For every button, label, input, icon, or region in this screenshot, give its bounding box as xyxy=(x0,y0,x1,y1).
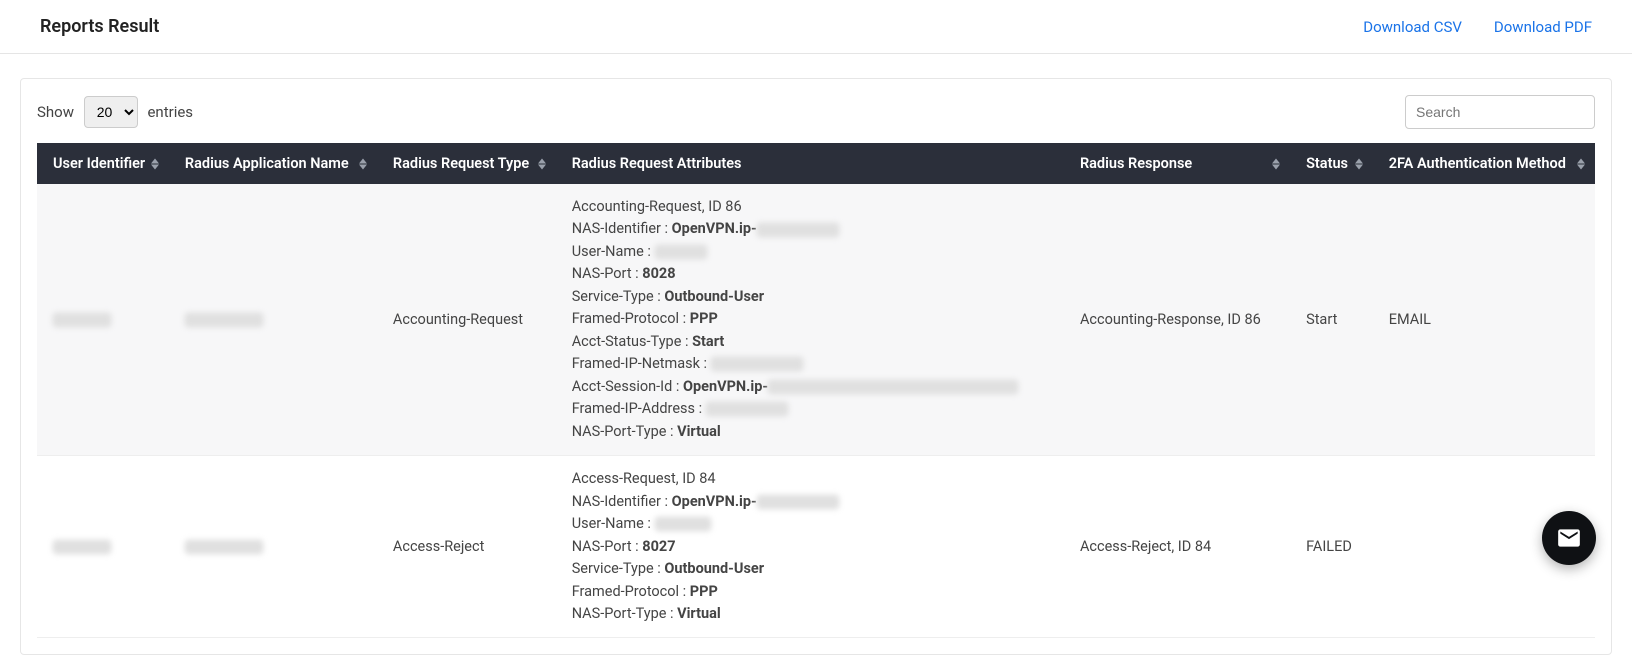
col-label: Radius Request Type xyxy=(393,155,529,172)
page-title: Reports Result xyxy=(40,16,159,37)
col-header[interactable]: 2FA Authentication Method xyxy=(1373,143,1595,184)
table-controls: Show 20 entries xyxy=(37,95,1595,129)
mail-icon xyxy=(1556,525,1582,551)
cell-status: FAILED xyxy=(1290,456,1373,638)
redacted-value xyxy=(185,313,263,327)
attr-line: Framed-IP-Netmask : xyxy=(572,353,1048,375)
col-header[interactable]: Status xyxy=(1290,143,1373,184)
attr-line: NAS-Identifier : OpenVPN.ip- xyxy=(572,491,1048,513)
col-label: 2FA Authentication Method xyxy=(1389,155,1566,172)
page-size-select[interactable]: 20 xyxy=(84,96,138,128)
sort-icon[interactable] xyxy=(151,158,159,169)
attr-line: Framed-Protocol : PPP xyxy=(572,308,1048,330)
download-csv-link[interactable]: Download CSV xyxy=(1363,18,1462,36)
redacted-value xyxy=(757,223,839,237)
col-header[interactable]: Radius Request Type xyxy=(377,143,556,184)
redacted-value xyxy=(757,495,839,509)
redacted-value xyxy=(655,517,711,531)
attr-line: User-Name : xyxy=(572,241,1048,263)
sort-icon[interactable] xyxy=(1272,158,1280,169)
results-table: User Identifier Radius Application Name Ra… xyxy=(37,143,1595,638)
cell-request-attrs: Accounting-Request, ID 86NAS-Identifier … xyxy=(556,184,1064,456)
col-label: Radius Response xyxy=(1080,155,1192,172)
sort-icon[interactable] xyxy=(538,158,546,169)
col-header[interactable]: Radius Application Name xyxy=(169,143,377,184)
redacted-value xyxy=(655,245,707,259)
chat-fab[interactable] xyxy=(1542,511,1596,565)
col-label: User Identifier xyxy=(53,155,145,172)
attr-line: Accounting-Request, ID 86 xyxy=(572,196,1048,218)
results-panel: Show 20 entries User Identifier Radius Ap… xyxy=(20,78,1612,655)
attr-line: Service-Type : Outbound-User xyxy=(572,286,1048,308)
attr-line: NAS-Port-Type : Virtual xyxy=(572,421,1048,443)
attr-line: Service-Type : Outbound-User xyxy=(572,558,1048,580)
col-label: Radius Application Name xyxy=(185,155,349,172)
attr-line: Acct-Session-Id : OpenVPN.ip- xyxy=(572,376,1048,398)
header-actions: Download CSV Download PDF xyxy=(1335,17,1592,36)
sort-icon[interactable] xyxy=(359,158,367,169)
entries-label: entries xyxy=(147,103,193,121)
sort-icon[interactable] xyxy=(1577,158,1585,169)
cell-response: Accounting-Response, ID 86 xyxy=(1064,184,1290,456)
col-header: Radius Request Attributes xyxy=(556,143,1064,184)
attr-line: NAS-Port-Type : Virtual xyxy=(572,603,1048,625)
col-label: Status xyxy=(1306,155,1348,172)
cell-request-type: Access-Reject xyxy=(377,456,556,638)
cell-request-attrs: Access-Request, ID 84NAS-Identifier : Op… xyxy=(556,456,1064,638)
col-header[interactable]: Radius Response xyxy=(1064,143,1290,184)
show-label: Show xyxy=(37,103,74,121)
page-size-control: Show 20 entries xyxy=(37,96,193,128)
cell-2fa-method: EMAIL xyxy=(1373,184,1595,456)
attr-line: Framed-IP-Address : xyxy=(572,398,1048,420)
sort-icon[interactable] xyxy=(1355,158,1363,169)
col-header[interactable]: User Identifier xyxy=(37,143,169,184)
attr-line: User-Name : xyxy=(572,513,1048,535)
search-input[interactable] xyxy=(1405,95,1595,129)
redacted-value xyxy=(53,313,111,327)
attr-line: NAS-Identifier : OpenVPN.ip- xyxy=(572,218,1048,240)
table-header-row: User Identifier Radius Application Name Ra… xyxy=(37,143,1595,184)
attr-line: Acct-Status-Type : Start xyxy=(572,331,1048,353)
redacted-value xyxy=(185,540,263,554)
redacted-value xyxy=(53,540,111,554)
redacted-value xyxy=(706,402,788,416)
cell-status: Start xyxy=(1290,184,1373,456)
cell-app-name xyxy=(169,456,377,638)
redacted-value xyxy=(768,380,1018,394)
page-header: Reports Result Download CSV Download PDF xyxy=(0,0,1632,54)
attr-line: Access-Request, ID 84 xyxy=(572,468,1048,490)
attr-line: NAS-Port : 8027 xyxy=(572,536,1048,558)
attr-line: Framed-Protocol : PPP xyxy=(572,581,1048,603)
cell-response: Access-Reject, ID 84 xyxy=(1064,456,1290,638)
redacted-value xyxy=(711,357,803,371)
cell-app-name xyxy=(169,184,377,456)
cell-user-identifier xyxy=(37,456,169,638)
cell-request-type: Accounting-Request xyxy=(377,184,556,456)
cell-user-identifier xyxy=(37,184,169,456)
table-row: Access-RejectAccess-Request, ID 84NAS-Id… xyxy=(37,456,1595,638)
attr-line: NAS-Port : 8028 xyxy=(572,263,1048,285)
col-label: Radius Request Attributes xyxy=(572,155,742,172)
download-pdf-link[interactable]: Download PDF xyxy=(1494,18,1592,36)
table-row: Accounting-RequestAccounting-Request, ID… xyxy=(37,184,1595,456)
